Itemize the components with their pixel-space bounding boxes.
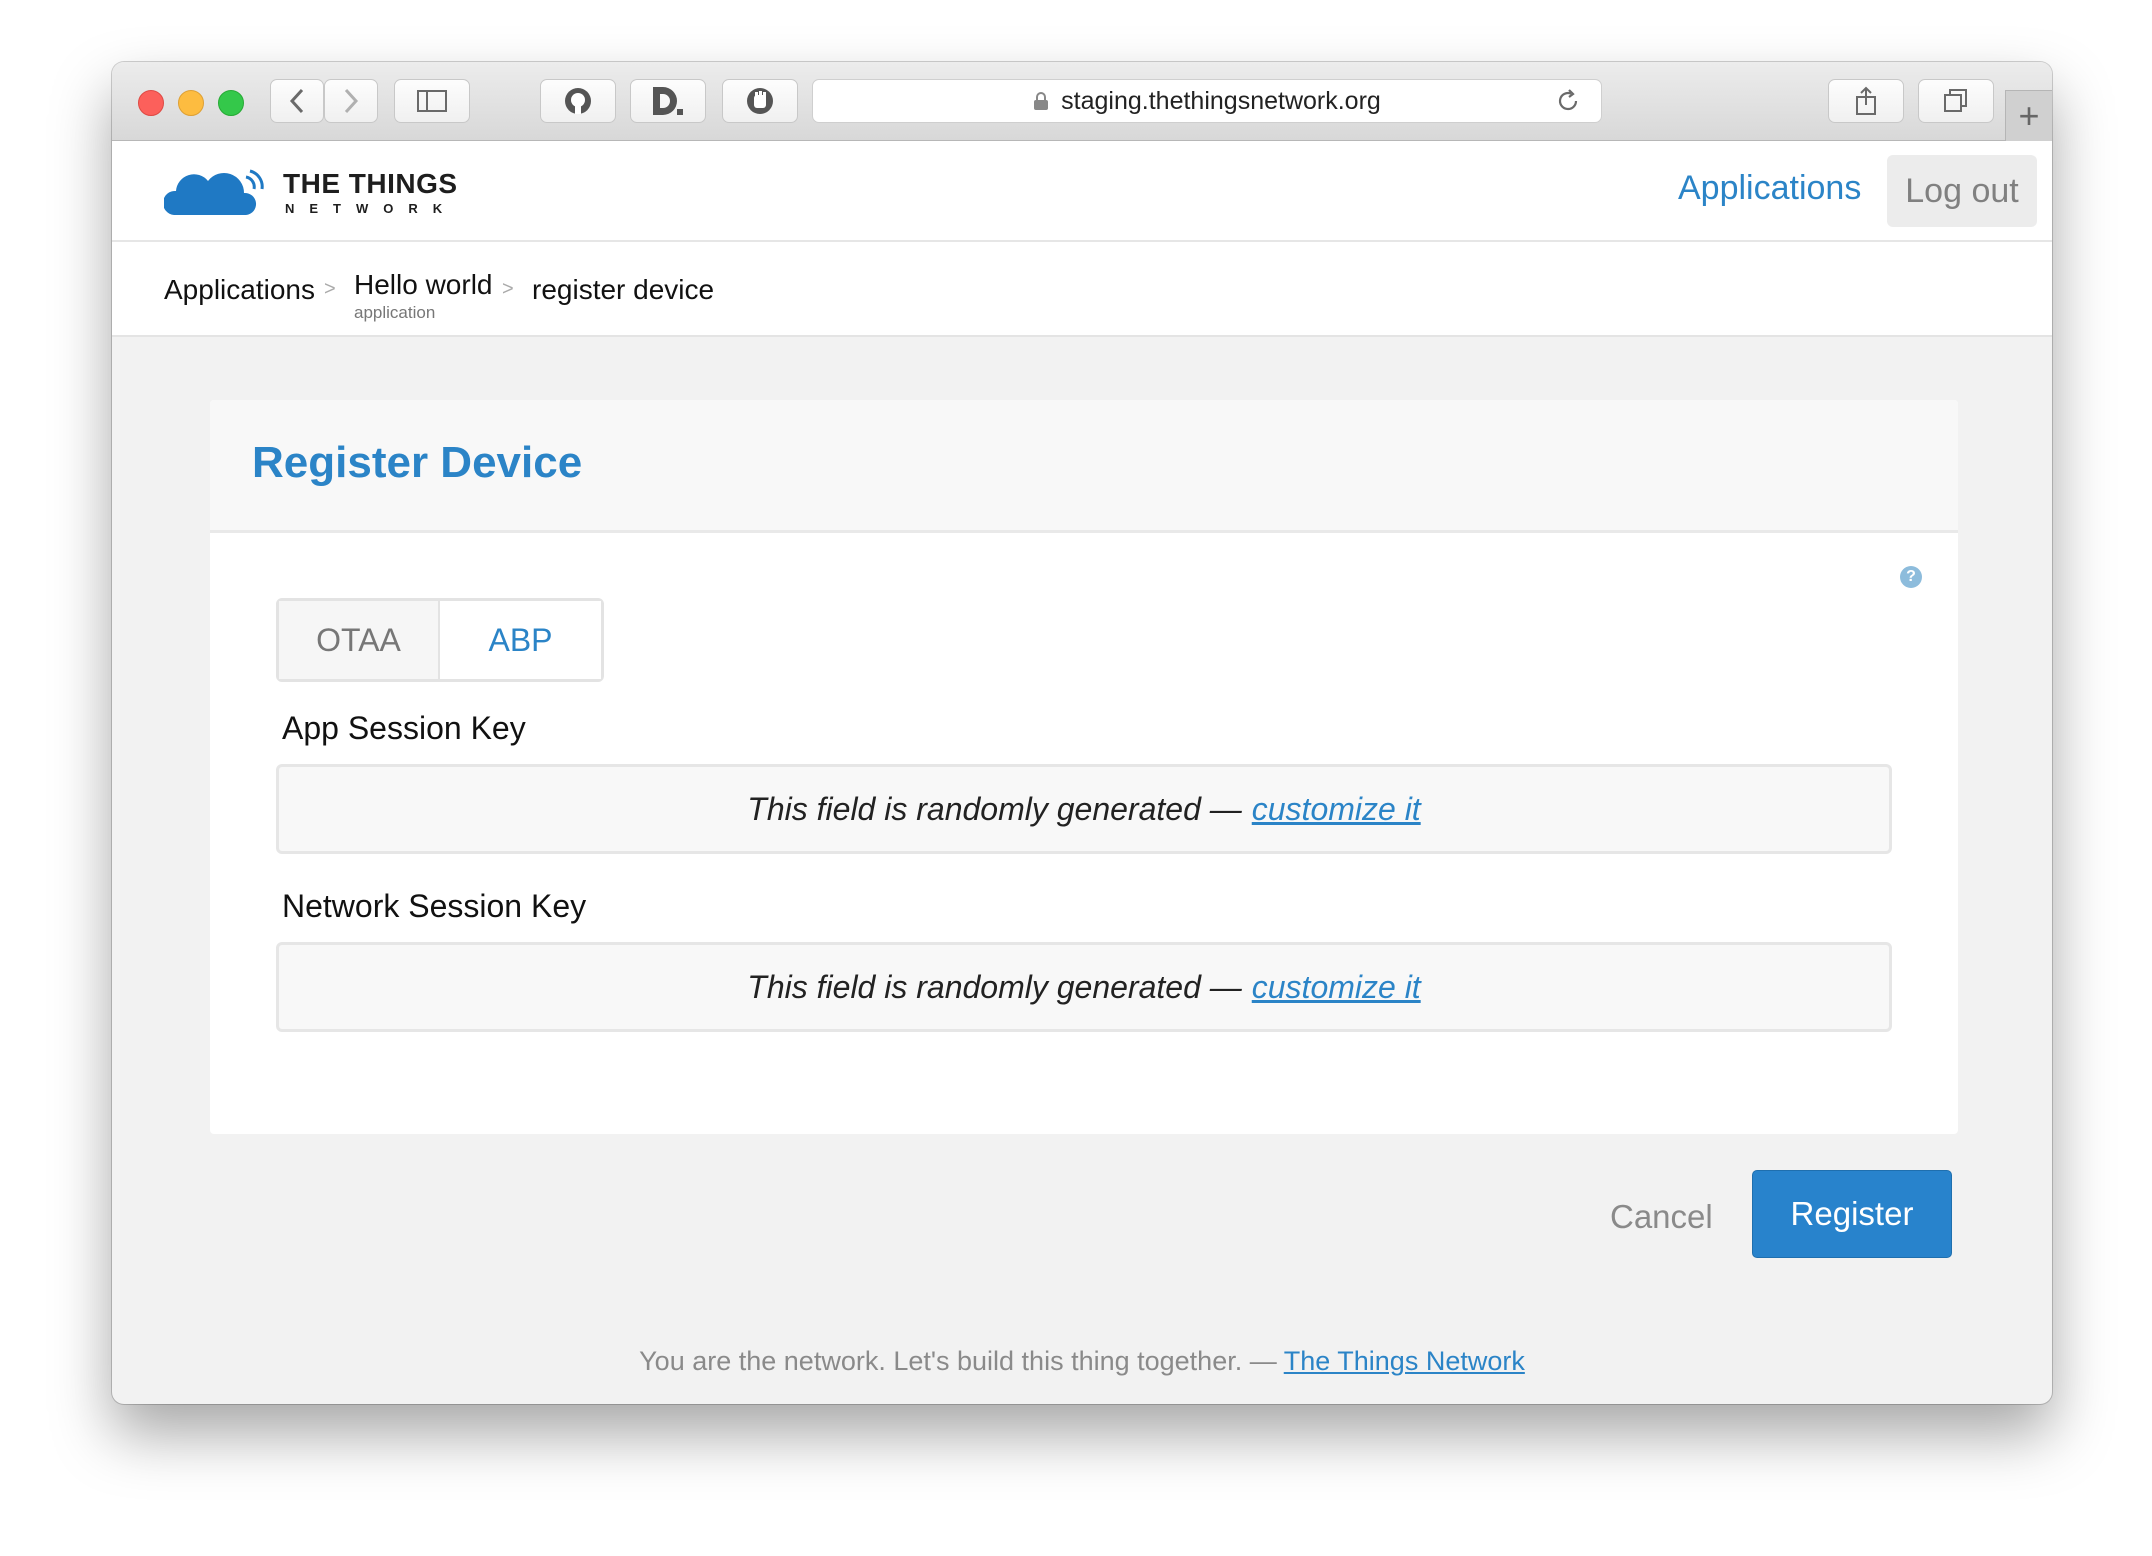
app-session-key-customize-link[interactable]: customize it: [1252, 791, 1421, 828]
chevron-left-icon: [289, 88, 304, 114]
page-title: Register Device: [252, 438, 583, 487]
logo-title: THE THINGS: [283, 168, 458, 199]
breadcrumb-current: register device: [532, 274, 715, 305]
nav-applications-link[interactable]: Applications: [1678, 169, 1861, 208]
sidebar-toggle-button[interactable]: [394, 79, 470, 123]
share-button[interactable]: [1828, 79, 1904, 123]
register-device-card: Register Device ? OTAA ABP App Session K…: [210, 400, 1958, 1134]
url-text: staging.thethingsnetwork.org: [1061, 86, 1381, 115]
network-session-key-placeholder: This field is randomly generated —: [747, 968, 1242, 1005]
github-icon: [565, 88, 591, 114]
d-extension-button[interactable]: [630, 79, 706, 123]
tab-otaa[interactable]: OTAA: [279, 601, 440, 679]
close-window-button[interactable]: [138, 90, 164, 116]
register-button[interactable]: Register: [1752, 1170, 1952, 1258]
zoom-window-button[interactable]: [218, 90, 244, 116]
app-session-key-placeholder: This field is randomly generated —: [747, 790, 1242, 827]
footer-tagline: You are the network. Let's build this th…: [639, 1346, 1277, 1376]
tabs-overview-button[interactable]: [1918, 79, 1994, 123]
hand-stop-icon: [747, 88, 773, 114]
browser-toolbar: staging.thethingsnetwork.org +: [112, 62, 2052, 141]
breadcrumb-separator: >: [324, 278, 336, 300]
tabs-icon: [1944, 89, 1967, 112]
help-icon[interactable]: ?: [1900, 566, 1922, 588]
browser-window: staging.thethingsnetwork.org + THE THING…: [112, 62, 2052, 1404]
minimize-window-button[interactable]: [178, 90, 204, 116]
footer-ttn-link[interactable]: The Things Network: [1284, 1346, 1525, 1376]
github-extension-button[interactable]: [540, 79, 616, 123]
breadcrumb-separator: >: [502, 278, 514, 300]
lock-icon: [1034, 92, 1049, 110]
breadcrumb: Applications > Hello world application >…: [112, 242, 2052, 337]
network-session-key-field[interactable]: This field is randomly generated — custo…: [276, 942, 1892, 1032]
logo-subtitle: NETWORK: [285, 201, 458, 216]
app-session-key-label: App Session Key: [282, 710, 526, 746]
address-bar[interactable]: staging.thethingsnetwork.org: [812, 79, 1602, 123]
cancel-button[interactable]: Cancel: [1610, 1198, 1713, 1236]
adblock-extension-button[interactable]: [722, 79, 798, 123]
tab-abp[interactable]: ABP: [440, 601, 601, 679]
d-logo-icon: [653, 87, 683, 115]
sidebar-icon: [417, 90, 447, 112]
activation-method-toggle: OTAA ABP: [276, 598, 604, 682]
chevron-right-icon: [344, 88, 359, 114]
breadcrumb-applications[interactable]: Applications: [164, 274, 315, 306]
ttn-logo-icon[interactable]: [164, 163, 268, 217]
network-session-key-label: Network Session Key: [282, 888, 587, 924]
logout-button[interactable]: Log out: [1887, 155, 2037, 227]
forward-button[interactable]: [324, 79, 378, 123]
new-tab-button[interactable]: +: [2005, 90, 2052, 141]
card-header: Register Device: [210, 400, 1958, 533]
app-session-key-field[interactable]: This field is randomly generated — custo…: [276, 764, 1892, 854]
reload-icon[interactable]: [1555, 88, 1581, 114]
breadcrumb-hello-world[interactable]: Hello world: [354, 269, 493, 301]
back-button[interactable]: [270, 79, 324, 123]
share-icon: [1856, 86, 1876, 115]
breadcrumb-hello-world-type: application: [354, 303, 436, 322]
network-session-key-customize-link[interactable]: customize it: [1252, 969, 1421, 1006]
site-header: THE THINGS NETWORK Applications Log out: [112, 141, 2052, 242]
footer: You are the network. Let's build this th…: [112, 1346, 2052, 1377]
